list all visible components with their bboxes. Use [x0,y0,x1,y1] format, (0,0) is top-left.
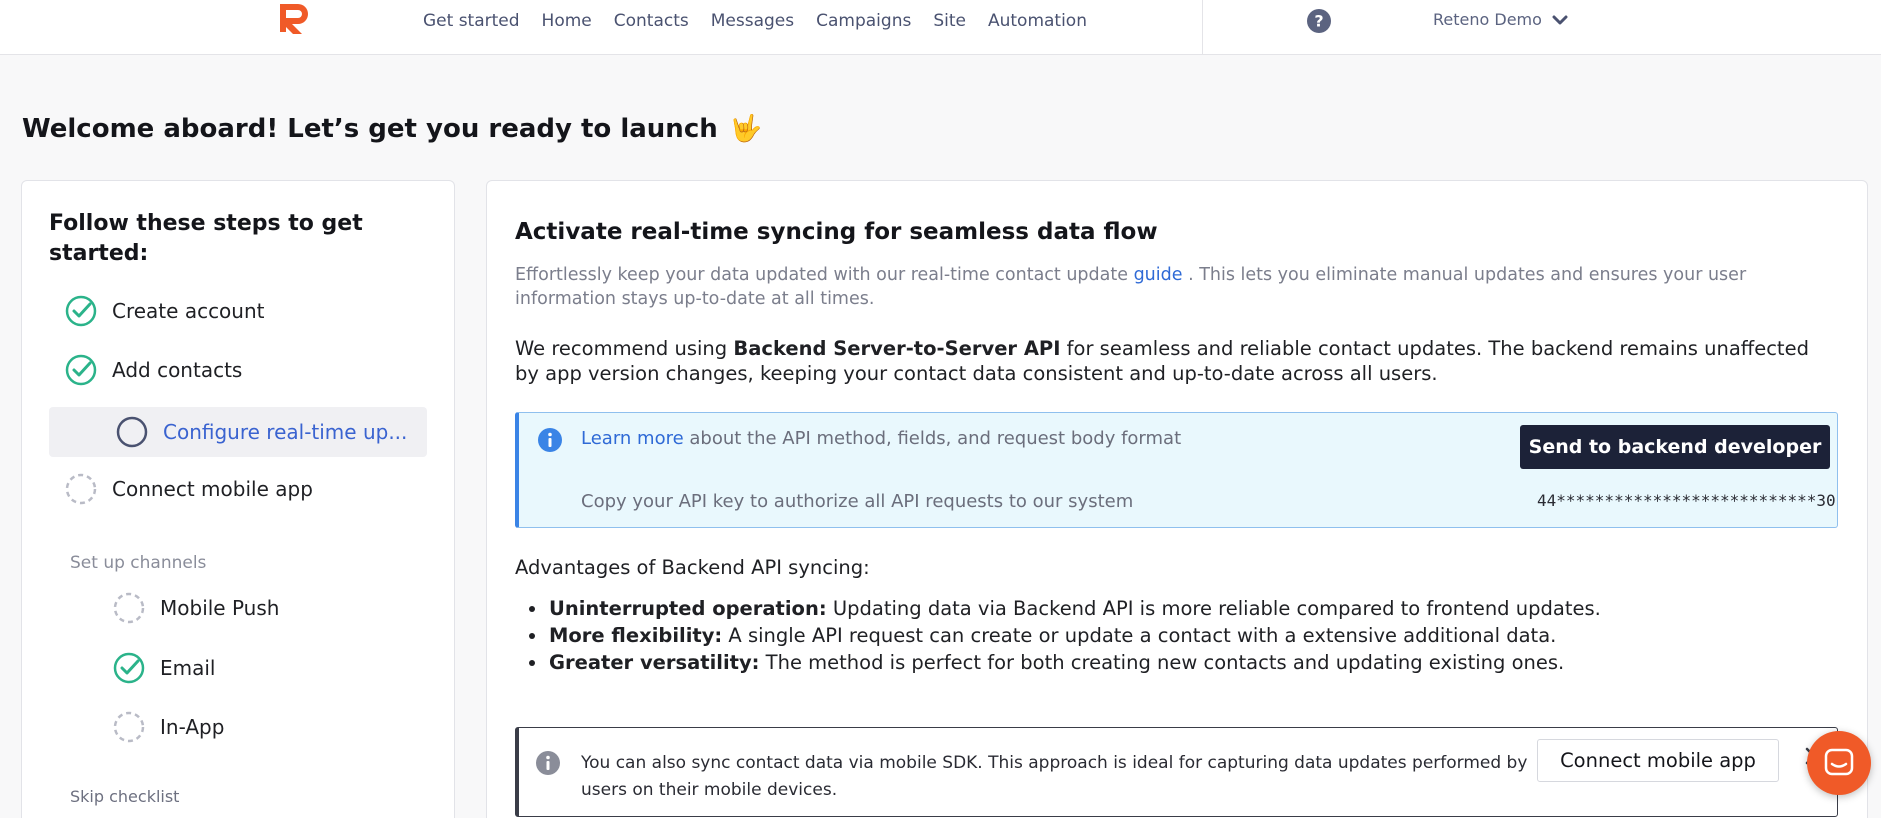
api-key-value[interactable]: 44***************************30 [1537,491,1836,510]
step-label: Create account [112,299,265,323]
advantage-title: Greater versatility: [549,651,760,674]
advantages-list: Uninterrupted operation: Updating data v… [515,595,1835,676]
advantage-text: A single API request can create or updat… [722,624,1557,647]
checklist-heading: Follow these steps to get started: [49,211,363,266]
nav-get-started[interactable]: Get started [423,9,531,33]
top-divider [1202,0,1203,55]
dashed-circle-icon [65,473,97,505]
info-circle-icon [536,751,560,775]
advantage-title: More flexibility: [549,624,723,647]
check-circle-icon [113,652,145,684]
channel-in-app[interactable]: In-App [112,710,224,744]
sdk-notice-text: You can also sync contact data via mobil… [581,753,1528,800]
channel-mobile-push[interactable]: Mobile Push [112,591,279,625]
page-title-text: Welcome aboard! Let’s get you ready to l… [22,114,718,144]
dashed-circle-icon [113,711,145,743]
section-description: Effortlessly keep your data updated with… [515,263,1795,311]
step-content-panel: Activate real-time syncing for seamless … [486,180,1868,818]
nav-automation[interactable]: Automation [977,9,1098,33]
dashed-circle-icon [113,592,145,624]
nav-contacts[interactable]: Contacts [603,9,700,33]
svg-text:?: ? [1314,12,1323,31]
rock-hand-emoji-icon: 🤟 [729,114,763,144]
step-label: Configure real-time up... [163,420,408,444]
channel-email[interactable]: Email [112,651,216,685]
top-navigation-bar: Get started Home Contacts Messages Campa… [0,0,1881,55]
onboarding-checklist: Follow these steps to get started: Creat… [21,180,455,818]
check-circle-icon [65,354,97,386]
learn-more-text: about the API method, fields, and reques… [683,428,1182,449]
chat-icon [1824,748,1854,776]
api-info-box: Learn more about the API method, fields,… [515,412,1838,528]
step-connect-mobile-app[interactable]: Connect mobile app [64,472,313,506]
api-learn-more: Learn more about the API method, fields,… [581,428,1181,449]
skip-checklist-link[interactable]: Skip checklist [70,787,179,806]
recommendation-highlight: Backend Server-to-Server API [733,337,1061,360]
description-text: Effortlessly keep your data updated with… [515,265,1134,285]
main-nav: Get started Home Contacts Messages Campa… [423,9,1098,33]
reteno-logo-icon[interactable] [274,0,318,38]
advantage-title: Uninterrupted operation: [549,597,827,620]
step-create-account[interactable]: Create account [64,294,265,328]
info-circle-icon [538,428,562,452]
account-name: Reteno Demo [1433,10,1542,29]
advantage-text: The method is perfect for both creating … [759,651,1565,674]
channel-label: Email [160,656,216,680]
mobile-sdk-notice: You can also sync contact data via mobil… [515,727,1838,817]
step-label: Connect mobile app [112,477,313,501]
section-title: Activate real-time syncing for seamless … [515,219,1158,245]
list-item: Greater versatility: The method is perfe… [515,649,1835,676]
channel-label: Mobile Push [160,596,280,620]
advantage-text: Updating data via Backend API is more re… [826,597,1601,620]
chat-launcher-button[interactable] [1807,731,1871,795]
step-label: Add contacts [112,358,243,382]
nav-home[interactable]: Home [531,9,603,33]
chevron-down-icon [1552,15,1568,24]
channels-section-label: Set up channels [70,553,207,573]
recommendation-text: We recommend using Backend Server-to-Ser… [515,336,1825,386]
send-to-backend-developer-button[interactable]: Send to backend developer [1520,425,1830,469]
nav-site[interactable]: Site [922,9,977,33]
list-item: Uninterrupted operation: Updating data v… [515,595,1835,622]
page-title: Welcome aboard! Let’s get you ready to l… [22,114,762,144]
step-add-contacts[interactable]: Add contacts [64,353,242,387]
advantages-heading: Advantages of Backend API syncing: [515,556,870,579]
nav-campaigns[interactable]: Campaigns [805,9,922,33]
question-circle-icon[interactable]: ? [1306,8,1332,34]
list-item: More flexibility: A single API request c… [515,622,1835,649]
channel-label: In-App [160,715,225,739]
step-configure-realtime[interactable]: Configure real-time up... [49,407,427,457]
learn-more-link[interactable]: Learn more [581,428,684,449]
recommendation-lead: We recommend using [515,337,734,360]
connect-mobile-app-button[interactable]: Connect mobile app [1537,739,1779,782]
check-circle-icon [65,295,97,327]
api-key-description: Copy your API key to authorize all API r… [581,491,1134,512]
nav-messages[interactable]: Messages [700,9,805,33]
account-switcher[interactable]: Reteno Demo [1433,10,1568,29]
empty-circle-icon [116,416,148,448]
guide-link[interactable]: guide [1134,265,1183,285]
